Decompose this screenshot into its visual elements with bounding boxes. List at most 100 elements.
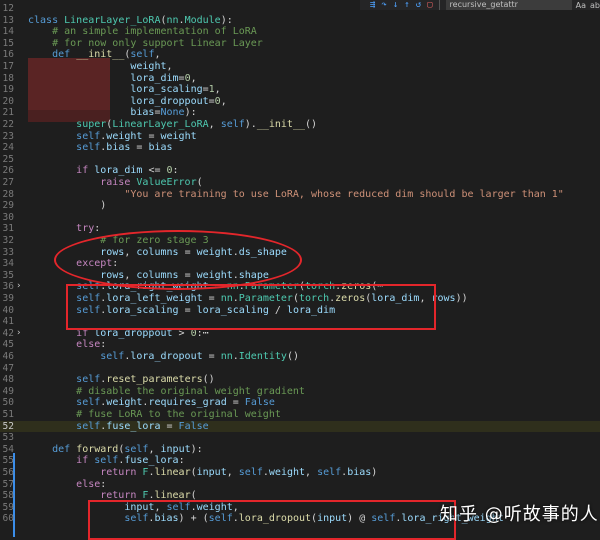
code-text: else:: [76, 478, 107, 490]
code-text: self.weight.requires_grad = False: [76, 397, 275, 409]
line-number: 48: [2, 374, 14, 386]
line-number: 53: [2, 432, 14, 444]
code-line[interactable]: 26 if lora_dim <= 0:: [0, 165, 600, 177]
code-text: else:: [76, 339, 107, 351]
code-line[interactable]: 17 weight,: [0, 61, 600, 73]
code-text: self.fuse_lora = False: [76, 420, 209, 432]
line-number: 25: [2, 153, 14, 165]
line-number: 28: [2, 188, 14, 200]
code-line[interactable]: 25: [0, 154, 600, 166]
code-line[interactable]: 51 # fuse LoRA to the original weight: [0, 409, 600, 421]
code-text: super(LinearLayer_LoRA, self).__init__(): [76, 119, 318, 130]
line-number: 12: [2, 3, 14, 14]
line-number: 21: [2, 107, 14, 119]
line-number: 51: [2, 409, 14, 420]
line-number: 27: [2, 177, 14, 188]
line-number: 46: [2, 351, 14, 362]
code-line[interactable]: 45 else:: [0, 339, 600, 351]
code-text: try:: [76, 223, 101, 235]
line-number: 29: [2, 200, 14, 212]
code-line[interactable]: 28 "You are training to use LoRA, whose …: [0, 189, 600, 201]
code-line[interactable]: 57 else:: [0, 479, 600, 491]
step-into-icon[interactable]: ⇶: [370, 0, 375, 10]
code-text: lora_dim=0,: [130, 72, 197, 84]
code-line[interactable]: 48 self.reset_parameters(): [0, 374, 600, 386]
line-number: 26: [2, 165, 14, 177]
line-number: 30: [2, 211, 14, 223]
line-number: 50: [2, 397, 14, 409]
fold-chevron-icon[interactable]: ›: [16, 281, 24, 293]
code-text: bias=None):: [130, 107, 197, 119]
code-line[interactable]: 13 class LinearLayer_LoRA(nn.Module):: [0, 15, 600, 27]
line-number: 41: [2, 316, 14, 328]
code-line[interactable]: 54 def forward(self, input):: [0, 444, 600, 456]
line-number: 39: [2, 293, 14, 304]
stop-icon[interactable]: ▢: [427, 0, 432, 10]
find-input[interactable]: recursive_getattr: [445, 0, 572, 10]
line-number: 14: [2, 26, 14, 38]
code-line[interactable]: 14 # an simple implementation of LoRA: [0, 26, 600, 38]
code-text: weight,: [130, 61, 173, 72]
code-line[interactable]: 20 lora_droppout=0,: [0, 96, 600, 108]
code-text: if lora_dim <= 0:: [76, 165, 179, 177]
line-number: 18: [2, 72, 14, 84]
code-line[interactable]: 49 # disable the original weight gradien…: [0, 386, 600, 398]
match-case-toggle[interactable]: Aa: [576, 1, 586, 10]
code-text: lora_scaling=1,: [130, 84, 221, 96]
code-text: self.weight = weight: [76, 130, 197, 142]
code-line[interactable]: 16 def __init__(self,: [0, 49, 600, 61]
code-line[interactable]: 46 self.lora_dropout = nn.Identity(): [0, 351, 600, 363]
toolbar-divider: [438, 0, 440, 10]
line-number: 24: [2, 142, 14, 154]
code-line[interactable]: 31 try:: [0, 223, 600, 235]
line-number: 35: [2, 269, 14, 281]
whole-word-toggle[interactable]: ab: [590, 1, 600, 10]
line-number: 36: [2, 281, 14, 293]
fold-chevron-icon[interactable]: ›: [16, 328, 24, 340]
line-number: 34: [2, 258, 14, 270]
line-number: 33: [2, 246, 14, 258]
code-text: lora_droppout=0,: [130, 95, 227, 107]
code-text: class LinearLayer_LoRA(nn.Module):: [28, 14, 233, 26]
line-number: 20: [2, 95, 14, 107]
code-text: ): [28, 200, 107, 212]
code-line[interactable]: 52 self.fuse_lora = False: [0, 420, 600, 433]
code-text: raise ValueError(: [100, 177, 203, 188]
line-number: 56: [2, 467, 14, 478]
code-line[interactable]: 23 self.weight = weight: [0, 131, 600, 143]
code-line[interactable]: 22 super(LinearLayer_LoRA, self).__init_…: [0, 119, 600, 131]
line-number: 17: [2, 61, 14, 72]
code-line[interactable]: 56 return F.linear(input, self.weight, s…: [0, 467, 600, 479]
code-text: def forward(self, input):: [52, 443, 203, 455]
code-line[interactable]: 18 lora_dim=0,: [0, 73, 600, 85]
code-line[interactable]: 27 raise ValueError(: [0, 177, 600, 189]
code-line[interactable]: 55 if self.fuse_lora:: [0, 455, 600, 467]
code-text: if self.fuse_lora:: [76, 455, 185, 467]
code-line[interactable]: 15 # for now only support Linear Layer: [0, 38, 600, 50]
code-line[interactable]: 50 self.weight.requires_grad = False: [0, 397, 600, 409]
step-over-icon[interactable]: ↷: [381, 0, 386, 10]
annotation-box-return: [88, 500, 456, 540]
code-line[interactable]: 30: [0, 212, 600, 224]
code-text: self.bias = bias: [76, 142, 173, 154]
code-line[interactable]: 47: [0, 363, 600, 375]
code-line[interactable]: 53: [0, 432, 600, 444]
step-back-icon[interactable]: ↓: [393, 0, 398, 10]
code-line[interactable]: 21 bias=None):: [0, 107, 600, 119]
line-number: 49: [2, 385, 14, 397]
code-text: # an simple implementation of LoRA: [52, 26, 257, 38]
line-number: 19: [2, 84, 14, 96]
line-number: 22: [2, 119, 14, 130]
line-number: 23: [2, 130, 14, 142]
restart-icon[interactable]: ↺: [416, 0, 421, 10]
annotation-ellipse: [54, 230, 302, 290]
continue-icon[interactable]: ↑: [404, 0, 409, 10]
line-number: 40: [2, 304, 14, 316]
code-line[interactable]: 19 lora_scaling=1,: [0, 84, 600, 96]
line-number: 59: [2, 501, 14, 513]
line-number: 15: [2, 37, 14, 49]
code-line[interactable]: 24 self.bias = bias: [0, 142, 600, 154]
code-text: def __init__(self,: [52, 49, 161, 61]
code-line[interactable]: 29 ): [0, 200, 600, 212]
line-number: 60: [2, 513, 14, 525]
